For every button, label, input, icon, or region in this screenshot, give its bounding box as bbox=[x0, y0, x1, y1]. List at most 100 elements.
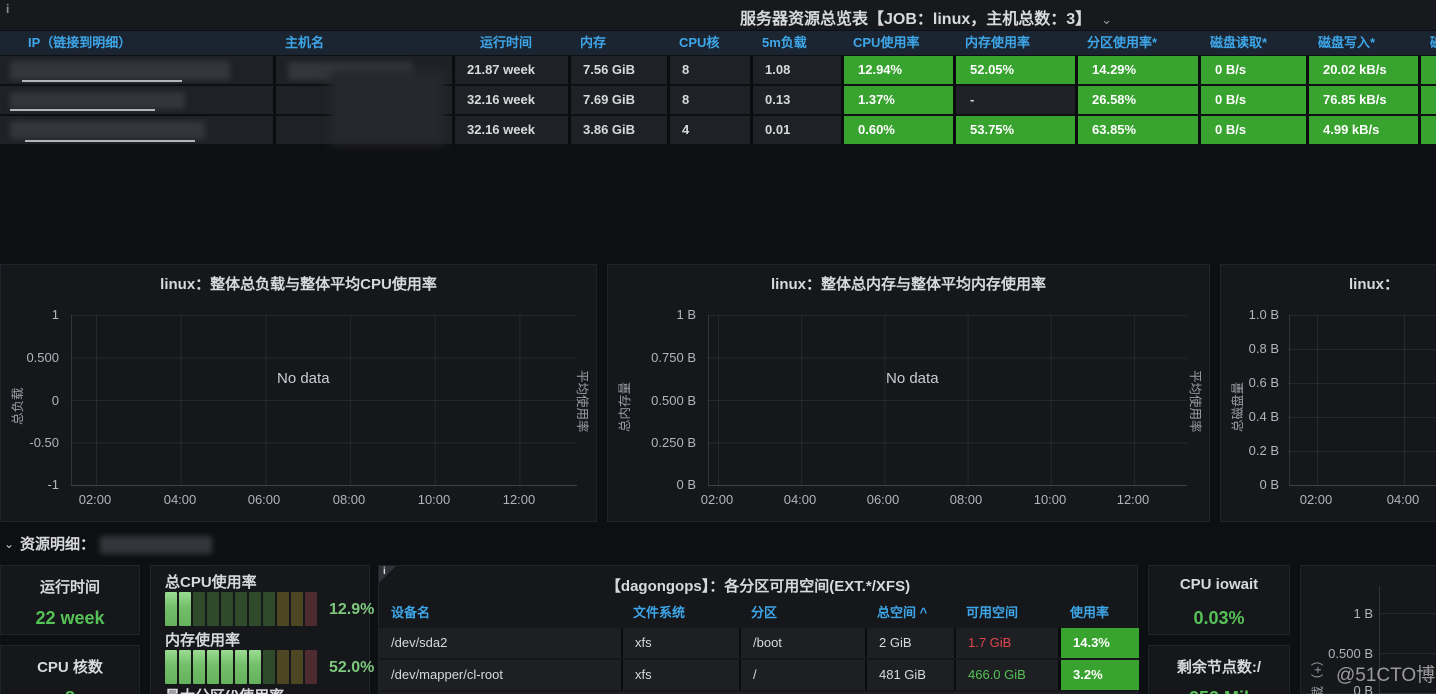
fs-cell: xfs bbox=[621, 628, 739, 658]
col-ip[interactable]: IP（链接到明细） bbox=[0, 31, 273, 55]
mount-cell: / bbox=[739, 660, 865, 690]
table-row: 32.16 week 3.86 GiB 4 0.01 0.60% 53.75% … bbox=[0, 116, 1436, 144]
grafana-dashboard: i 服务器资源总览表【JOB：linux，主机总数：3】⌄ IP（链接到明细） … bbox=[0, 0, 1436, 694]
panel-usage-gauges: 总CPU使用率 12.9% 内存使用率 52.0% 最大分区(/)使用率 bbox=[150, 565, 370, 694]
redacted-underline bbox=[25, 140, 195, 142]
col-hostname[interactable]: 主机名 bbox=[273, 31, 452, 55]
col-mount[interactable]: 分区 bbox=[739, 600, 865, 626]
col-device[interactable]: 设备名 bbox=[379, 600, 621, 626]
panel-title[interactable]: linux：整体总内存与整体平均内存使用率 bbox=[608, 273, 1209, 294]
y-tick: 0.750 B bbox=[608, 350, 696, 366]
col-disk-read[interactable]: 磁盘读取* bbox=[1198, 31, 1306, 55]
panel-title[interactable]: linux：整体总负载与整体平均CPU使用率 bbox=[1, 273, 596, 294]
y-axis-label-right: 平均使用率 bbox=[1187, 370, 1206, 433]
load-cell: 1.08 bbox=[750, 56, 841, 84]
avail-cell: 1.7 GiB bbox=[954, 628, 1058, 658]
col-mem-usage[interactable]: 内存使用率 bbox=[953, 31, 1075, 55]
part-usage-cell: 63.85% bbox=[1075, 116, 1198, 144]
col-disk-write[interactable]: 磁盘写入* bbox=[1306, 31, 1418, 55]
y-tick: -1 bbox=[1, 477, 59, 493]
redacted-underline bbox=[22, 80, 182, 82]
disk-read-cell: 0 B/s bbox=[1198, 56, 1306, 84]
mem-usage-gauge bbox=[165, 650, 317, 684]
col-cores[interactable]: CPU核 bbox=[667, 31, 750, 55]
x-tick: 10:00 bbox=[1020, 492, 1080, 507]
stat-value: 252 Mil bbox=[1149, 688, 1289, 694]
avail-cell: 466.0 GiB bbox=[954, 660, 1058, 690]
uptime-cell: 32.16 week bbox=[452, 116, 568, 144]
dashboard-title-row[interactable]: 服务器资源总览表【JOB：linux，主机总数：3】⌄ bbox=[740, 5, 1112, 29]
x-tick: 02:00 bbox=[65, 492, 125, 507]
cores-cell: 8 bbox=[667, 86, 750, 114]
col-partial[interactable]: 磁 bbox=[1418, 31, 1436, 55]
col-load5m[interactable]: 5m负载 bbox=[750, 31, 841, 55]
x-tick: 06:00 bbox=[234, 492, 294, 507]
fs-cell: xfs bbox=[621, 660, 739, 690]
chevron-down-icon[interactable]: ⌄ bbox=[1101, 12, 1112, 27]
stat-title: 剩余节点数:/ bbox=[1149, 656, 1289, 677]
stat-title: 运行时间 bbox=[1, 576, 139, 597]
gauge-label: 总CPU使用率 bbox=[165, 571, 257, 592]
plot-area bbox=[708, 315, 1187, 486]
col-part-usage[interactable]: 分区使用率* bbox=[1075, 31, 1198, 55]
usage-cell: 14.3% bbox=[1058, 628, 1139, 658]
usage-cell: 3.2% bbox=[1058, 660, 1139, 690]
col-avail[interactable]: 可用空间 bbox=[954, 600, 1058, 626]
col-usage[interactable]: 使用率 bbox=[1058, 600, 1139, 626]
x-tick: 08:00 bbox=[319, 492, 379, 507]
mem-usage-cell: - bbox=[953, 86, 1075, 114]
col-fs[interactable]: 文件系统 bbox=[621, 600, 739, 626]
partition-table-header: 设备名 文件系统 分区 总空间 ^ 可用空间 使用率 bbox=[379, 600, 1139, 626]
panel-load-cpu: linux：整体总负载与整体平均CPU使用率 No data 1 0.500 0… bbox=[0, 264, 597, 522]
part-usage-cell: 26.58% bbox=[1075, 86, 1198, 114]
no-data-label: No data bbox=[277, 370, 330, 387]
y-tick: 0 B bbox=[608, 477, 696, 493]
plot-area bbox=[71, 315, 577, 486]
stat-value: 8 bbox=[1, 688, 139, 694]
gauge-label: 最大分区(/)使用率 bbox=[165, 685, 284, 694]
redacted-hostname bbox=[330, 70, 445, 145]
x-tick: 10:00 bbox=[404, 492, 464, 507]
sort-asc-icon: ^ bbox=[920, 605, 928, 620]
y-axis-label-left: 总负载 bbox=[7, 387, 26, 425]
total-cell: 481 GiB bbox=[865, 660, 954, 690]
no-data-label: No data bbox=[886, 370, 939, 387]
watermark: @51CTO博客 bbox=[1336, 660, 1436, 687]
panel-title[interactable]: 【dagongops】：各分区可用空间(EXT.*/XFS) bbox=[379, 575, 1137, 596]
table-row: /dev/sda2 xfs /boot 2 GiB 1.7 GiB 14.3% bbox=[379, 628, 1139, 658]
y-tick: 0.500 bbox=[1, 350, 59, 366]
cpu-usage-cell: 0.60% bbox=[841, 116, 953, 144]
disk-read-cell: 0 B/s bbox=[1198, 116, 1306, 144]
plot-area bbox=[1289, 315, 1436, 486]
col-uptime[interactable]: 运行时间 bbox=[452, 31, 568, 55]
y-axis-label-right: 平均使用率 bbox=[574, 370, 593, 433]
gauge-label: 内存使用率 bbox=[165, 629, 240, 650]
col-total[interactable]: 总空间 ^ bbox=[865, 600, 954, 626]
y-tick: 0.2 B bbox=[1221, 443, 1279, 459]
panel-uptime-stat: 运行时间 22 week bbox=[0, 565, 140, 635]
x-tick: 04:00 bbox=[770, 492, 830, 507]
cores-cell: 4 bbox=[667, 116, 750, 144]
panel-title[interactable]: linux： bbox=[1349, 273, 1399, 294]
disk-read-cell: 0 B/s bbox=[1198, 86, 1306, 114]
x-tick: 12:00 bbox=[489, 492, 549, 507]
mem-usage-cell: 53.75% bbox=[953, 116, 1075, 144]
col-cpu-usage[interactable]: CPU使用率 bbox=[841, 31, 953, 55]
x-tick: 12:00 bbox=[1103, 492, 1163, 507]
stat-title: CPU iowait bbox=[1149, 576, 1289, 593]
col-memory[interactable]: 内存 bbox=[568, 31, 667, 55]
load-cell: 0.13 bbox=[750, 86, 841, 114]
col-total-label: 总空间 bbox=[877, 605, 916, 620]
cpu-usage-gauge bbox=[165, 592, 317, 626]
info-icon[interactable]: i bbox=[6, 2, 9, 16]
y-axis-label-left: 总内存量 bbox=[614, 382, 633, 432]
y-tick: 1 bbox=[1, 307, 59, 323]
y-tick: 0.8 B bbox=[1221, 341, 1279, 357]
part-usage-cell: 14.29% bbox=[1075, 56, 1198, 84]
cpu-usage-cell: 12.94% bbox=[841, 56, 953, 84]
stat-value: 22 week bbox=[1, 608, 139, 629]
redacted-ip bbox=[10, 121, 205, 139]
x-tick: 04:00 bbox=[150, 492, 210, 507]
table-row: 32.16 week 7.69 GiB 8 0.13 1.37% - 26.58… bbox=[0, 86, 1436, 114]
load-cell: 0.01 bbox=[750, 116, 841, 144]
